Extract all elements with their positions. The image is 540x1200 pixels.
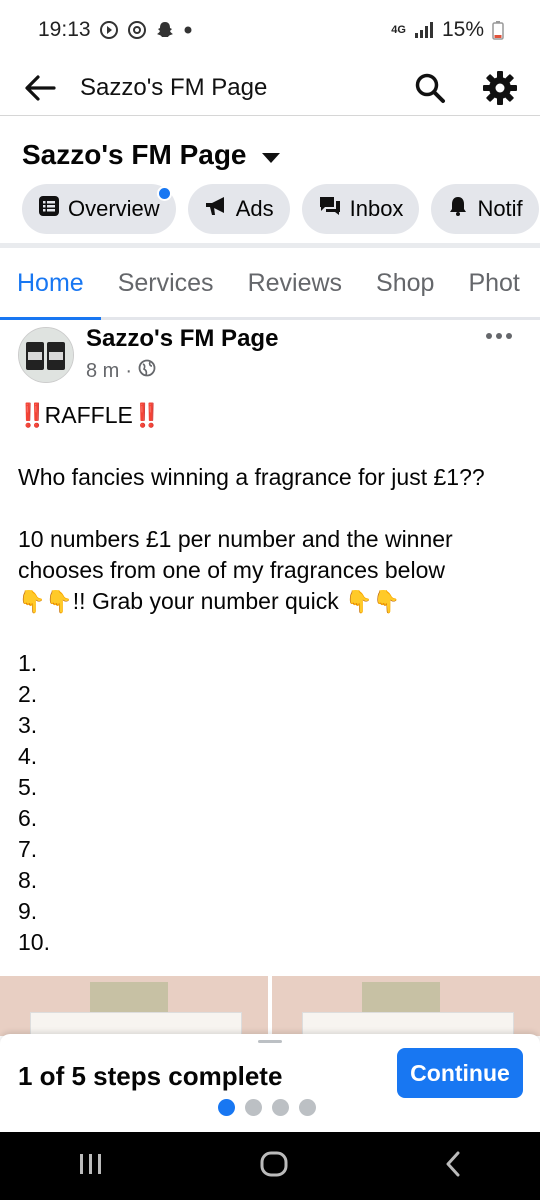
chip-label: Overview [68, 196, 160, 221]
caret-down-icon [261, 139, 281, 171]
post-time: 8 m [86, 359, 120, 382]
raffle-number: 9. [18, 898, 38, 924]
chip-inbox[interactable]: Inbox [301, 184, 420, 234]
tab-home[interactable]: Home [0, 250, 101, 320]
status-time: 19:13 [38, 18, 91, 41]
step-dot [218, 1099, 235, 1116]
status-bar: 19:13 4G 15% [0, 0, 540, 60]
battery-icon [492, 20, 504, 40]
double-exclamation-emoji: ‼️ [18, 402, 47, 428]
back-arrow-icon[interactable] [18, 66, 62, 110]
chip-label: Notif [477, 196, 523, 221]
raffle-number: 7. [18, 836, 38, 862]
meta-separator: · [125, 359, 133, 382]
app-bar-title: Sazzo's FM Page [80, 73, 268, 101]
post-line-text: 10 numbers £1 per number and the winner … [18, 526, 453, 583]
step-dot [245, 1099, 262, 1116]
megaphone-icon [204, 195, 228, 223]
step-dot [272, 1099, 289, 1116]
sync-icon [127, 20, 147, 40]
chip-notifications[interactable]: Notif [431, 184, 539, 234]
network-type: 4G [391, 24, 406, 36]
raffle-number: 3. [18, 712, 38, 738]
post-text: ‼️RAFFLE‼️ Who fancies winning a fragran… [18, 400, 528, 958]
post-photo[interactable] [0, 976, 268, 1036]
post-line: 10 numbers £1 per number and the winner … [18, 524, 528, 617]
snapchat-icon [155, 20, 175, 40]
raffle-number: 6. [18, 805, 38, 831]
chip-overview[interactable]: Overview [22, 184, 176, 234]
page-tools-chips: Overview Ads Inbox Notif [22, 184, 539, 234]
overview-icon [38, 195, 60, 223]
chip-ads[interactable]: Ads [187, 184, 290, 234]
double-exclamation-emoji: ‼️ [132, 402, 162, 428]
back-icon[interactable] [443, 1151, 463, 1182]
post-more-options-icon[interactable] [486, 326, 516, 346]
page-tabs: Home Services Reviews Shop Phot [0, 250, 540, 320]
notification-badge [156, 186, 172, 201]
raffle-number: 1. [18, 650, 38, 676]
status-right: 4G 15% [391, 18, 504, 42]
bell-icon [447, 195, 469, 223]
steps-progress-text: 1 of 5 steps complete [18, 1061, 283, 1091]
home-icon[interactable] [259, 1151, 289, 1182]
raffle-headline: ‼️RAFFLE‼️ [18, 400, 528, 431]
drag-handle[interactable] [258, 1040, 282, 1043]
raffle-number: 2. [18, 681, 38, 707]
post-line: Who fancies winning a fragrance for just… [18, 464, 485, 490]
post-line-text: !! Grab your number quick [72, 588, 339, 614]
post-author[interactable]: Sazzo's FM Page [86, 325, 278, 353]
notification-dot-icon [183, 25, 193, 35]
status-left: 19:13 [38, 18, 193, 42]
raffle-number: 8. [18, 867, 38, 893]
tab-photos[interactable]: Phot [451, 250, 536, 317]
page-switcher[interactable]: Sazzo's FM Page [22, 139, 281, 171]
page-name: Sazzo's FM Page [22, 139, 247, 170]
recent-apps-icon[interactable] [77, 1152, 105, 1181]
tab-services[interactable]: Services [101, 250, 231, 317]
globe-icon [138, 359, 156, 383]
app-bar: Sazzo's FM Page [0, 60, 540, 116]
signal-icon [414, 21, 434, 39]
avatar[interactable] [18, 327, 74, 383]
tab-reviews[interactable]: Reviews [231, 250, 359, 317]
headline-text: RAFFLE [44, 402, 133, 428]
step-indicator [218, 1099, 316, 1116]
onboarding-sheet: 1 of 5 steps complete Continue [0, 1034, 540, 1132]
section-divider [0, 243, 540, 248]
gear-icon[interactable] [478, 66, 522, 110]
raffle-number: 4. [18, 743, 38, 769]
search-icon[interactable] [408, 66, 452, 110]
raffle-number: 10. [18, 929, 50, 955]
chat-icon [318, 195, 342, 223]
chip-label: Ads [235, 196, 274, 221]
chip-label: Inbox [349, 196, 404, 221]
pointing-down-emoji: 👇👇 [18, 589, 73, 614]
post-photo[interactable] [272, 976, 540, 1036]
step-dot [299, 1099, 316, 1116]
post-photos [0, 976, 540, 1036]
pointing-down-emoji: 👇👇 [345, 589, 400, 614]
media-play-icon [99, 20, 119, 40]
raffle-number: 5. [18, 774, 38, 800]
tab-shop[interactable]: Shop [359, 250, 451, 317]
post-meta: 8 m · [86, 359, 156, 383]
system-nav-bar [0, 1132, 540, 1200]
continue-button[interactable]: Continue [397, 1048, 523, 1098]
battery-percent: 15% [441, 18, 484, 41]
